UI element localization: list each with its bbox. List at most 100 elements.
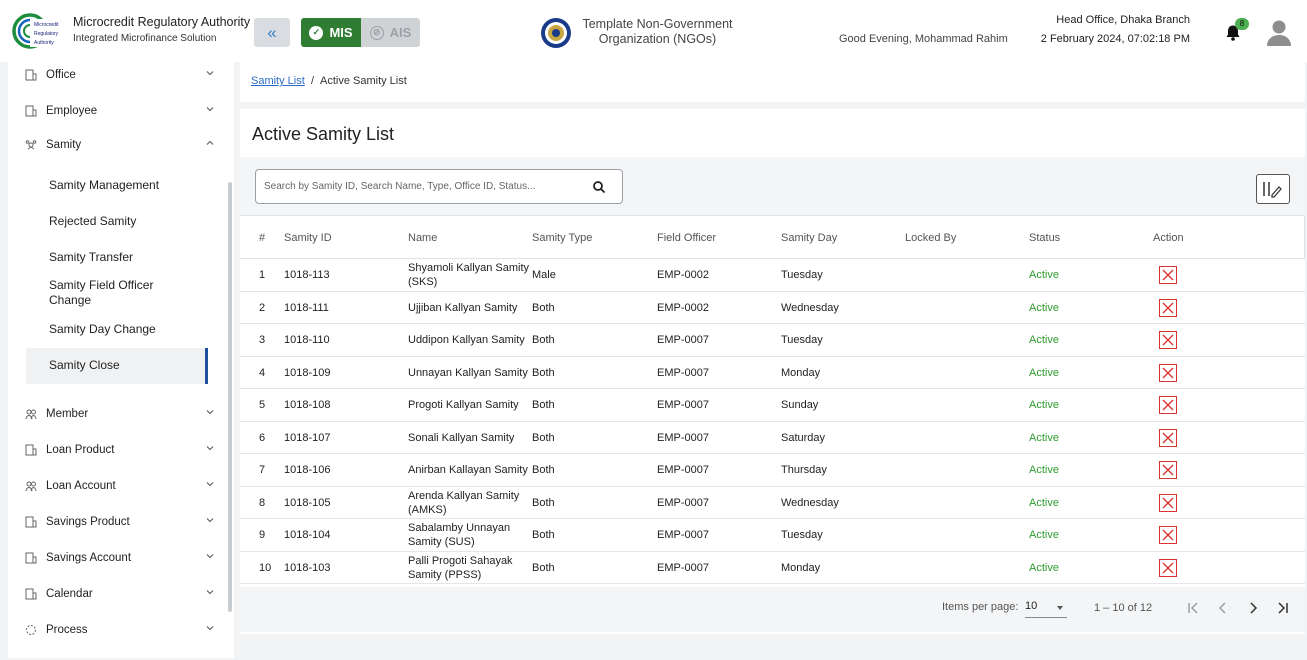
subitem-label: Samity Management xyxy=(49,178,160,192)
sidebar-item-process[interactable]: Process xyxy=(24,620,214,640)
cell-name: Sonali Kallyan Samity xyxy=(408,431,515,444)
cell-samity-id: 1018-111 xyxy=(284,301,329,314)
table-row: 2 1018-111 Ujjiban Kallyan Samity Both EMP-0… xyxy=(240,292,1305,324)
column-header[interactable]: Locked By xyxy=(905,216,956,260)
first-page-icon[interactable] xyxy=(1185,600,1201,616)
sidebar-subitem-samity-transfer[interactable]: Samity Transfer xyxy=(26,247,206,267)
column-header: # xyxy=(259,232,266,244)
cell-field-officer: EMP-0007 xyxy=(657,496,709,509)
cell-status: Active xyxy=(1029,431,1059,444)
subitem-label: Samity Close xyxy=(49,358,120,372)
loan-product-icon xyxy=(24,443,38,457)
close-samity-button[interactable] xyxy=(1159,428,1177,447)
close-icon xyxy=(1162,302,1174,313)
sidebar-item-samity[interactable]: Samity xyxy=(24,135,214,155)
sidebar-item-office[interactable]: Office xyxy=(24,65,214,85)
close-samity-button[interactable] xyxy=(1159,363,1177,382)
items-per-page-select[interactable]: 10 xyxy=(1025,598,1067,618)
next-page-icon[interactable] xyxy=(1245,600,1261,616)
table-row: 10 1018-103 Palli Progoti Sahayak Samity (… xyxy=(240,552,1305,584)
close-samity-button[interactable] xyxy=(1159,493,1177,512)
cell-index: 2 xyxy=(259,301,266,314)
column-header[interactable]: Samity Day xyxy=(781,216,837,260)
sidebar-item-loan-product[interactable]: Loan Product xyxy=(24,440,214,460)
close-samity-button[interactable] xyxy=(1159,558,1177,577)
close-icon xyxy=(1162,432,1174,443)
cell-status: Active xyxy=(1029,496,1059,509)
close-icon xyxy=(1162,562,1174,573)
breadcrumb-current: Active Samity List xyxy=(320,75,407,87)
cell-index: 3 xyxy=(259,334,266,346)
mis-label: MIS xyxy=(329,25,353,40)
sidebar-subitem-samity-day-change[interactable]: Samity Day Change xyxy=(26,319,206,339)
cell-status: Active xyxy=(1029,334,1059,346)
employee-icon xyxy=(24,104,38,118)
column-header[interactable]: Samity ID xyxy=(284,216,332,260)
cell-status: Active xyxy=(1029,529,1059,541)
sidebar-subitem-samity-close[interactable]: Samity Close xyxy=(26,355,206,375)
sidebar-subitem-field-officer-change[interactable]: Samity Field Officer Change xyxy=(26,278,176,308)
column-header[interactable]: Samity Type xyxy=(532,216,592,260)
sidebar-item-calendar[interactable]: Calendar xyxy=(24,584,214,604)
cell-index: 7 xyxy=(259,464,266,476)
sidebar-item-member[interactable]: Member xyxy=(24,404,214,424)
search-icon[interactable] xyxy=(592,180,606,194)
search-input[interactable] xyxy=(264,170,564,203)
cell-samity-type: Both xyxy=(532,561,555,574)
close-samity-button[interactable] xyxy=(1159,331,1177,349)
close-samity-button[interactable] xyxy=(1159,461,1177,479)
user-icon[interactable] xyxy=(1264,17,1294,47)
column-header[interactable]: Field Officer xyxy=(657,216,716,260)
close-samity-button[interactable] xyxy=(1159,396,1177,414)
sidebar-subitem-rejected-samity[interactable]: Rejected Samity xyxy=(26,211,206,231)
ais-label: AIS xyxy=(389,25,412,40)
cell-samity-type: Both xyxy=(532,366,555,379)
column-header[interactable]: Status xyxy=(1029,216,1060,260)
cell-samity-id: 1018-113 xyxy=(284,269,330,281)
cell-name: Sabalamby Unnayan Samity (SUS) xyxy=(408,522,511,548)
main-panel: Active Samity List # Samity ID Name Sami… xyxy=(240,109,1305,634)
page-size-value: 10 xyxy=(1025,600,1038,612)
cell-index: 4 xyxy=(259,366,266,379)
cell-samity-id: 1018-108 xyxy=(284,399,331,411)
close-samity-button[interactable] xyxy=(1159,266,1177,284)
cell-name: Arenda Kallyan Samity (AMKS) xyxy=(408,489,520,516)
cell-index: 9 xyxy=(259,529,266,541)
last-page-icon[interactable] xyxy=(1275,600,1291,616)
cell-field-officer: EMP-0007 xyxy=(657,464,709,476)
column-edit-icon xyxy=(1263,182,1282,198)
close-icon xyxy=(1162,464,1174,476)
previous-page-icon[interactable] xyxy=(1215,600,1231,616)
sidebar-subitem-samity-management[interactable]: Samity Management xyxy=(26,175,206,195)
cell-status: Active xyxy=(1029,464,1059,476)
cell-samity-day: Wednesday xyxy=(781,496,839,509)
subitem-label: Samity Transfer xyxy=(49,250,134,264)
close-samity-button[interactable] xyxy=(1159,298,1177,317)
current-datetime: 2 February 2024, 07:02:18 PM xyxy=(1040,33,1190,45)
logo-text-2: Regulatory xyxy=(34,31,59,37)
branch-name: Head Office, Dhaka Branch xyxy=(1056,14,1190,26)
column-header[interactable]: Name xyxy=(408,216,437,260)
sidebar-scrollbar[interactable] xyxy=(228,182,232,612)
column-settings-button[interactable] xyxy=(1256,174,1290,204)
chevron-up-icon xyxy=(206,140,214,145)
close-samity-button[interactable] xyxy=(1159,526,1177,544)
sidebar-item-label: Loan Account xyxy=(46,480,116,492)
sidebar-item-loan-account[interactable]: Loan Account xyxy=(24,476,214,496)
sidebar-item-employee[interactable]: Employee xyxy=(24,101,214,121)
collapse-sidebar-button[interactable]: « xyxy=(254,18,290,47)
table-row: 8 1018-105 Arenda Kallyan Samity (AMKS) Bot… xyxy=(240,487,1305,519)
breadcrumb-link-samity-list[interactable]: Samity List xyxy=(251,75,305,87)
ais-button[interactable]: ⊘ AIS xyxy=(361,18,420,47)
chevron-down-icon xyxy=(206,554,214,559)
cell-field-officer: EMP-0007 xyxy=(657,431,709,444)
sidebar-item-savings-product[interactable]: Savings Product xyxy=(24,512,214,532)
chevron-down-icon xyxy=(206,71,214,76)
cell-samity-day: Thursday xyxy=(781,464,827,476)
sidebar-item-label: Office xyxy=(46,69,76,81)
mis-button[interactable]: ✓ MIS xyxy=(301,18,361,47)
cell-field-officer: EMP-0007 xyxy=(657,334,709,346)
page-title: Active Samity List xyxy=(252,124,395,144)
sidebar-item-savings-account[interactable]: Savings Account xyxy=(24,548,214,568)
cell-status: Active xyxy=(1029,269,1059,281)
